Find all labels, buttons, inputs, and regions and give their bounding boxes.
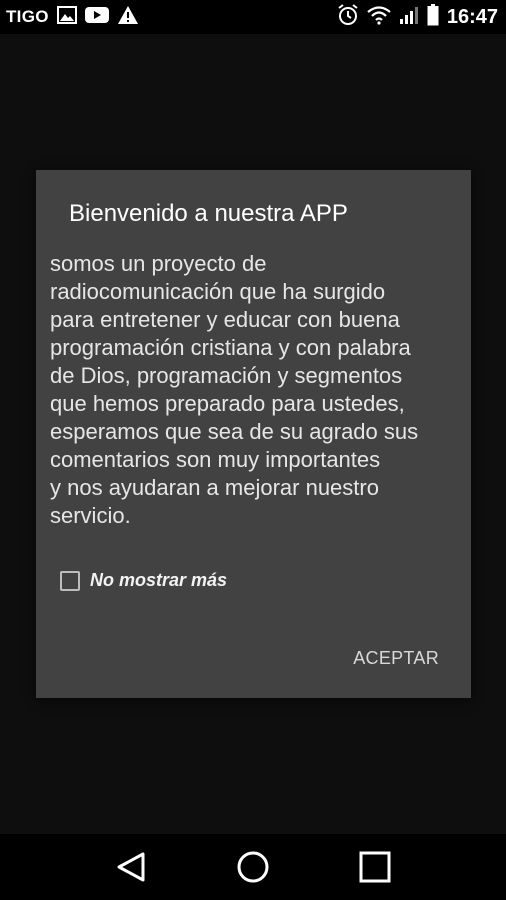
back-icon [117, 852, 145, 882]
no-show-again-row[interactable]: No mostrar más [60, 570, 227, 591]
no-show-again-checkbox[interactable] [60, 570, 80, 591]
home-icon [237, 851, 269, 883]
youtube-icon [84, 6, 109, 29]
status-clock: 16:47 [446, 5, 498, 28]
no-show-again-label[interactable]: No mostrar más [90, 570, 227, 591]
warning-icon [117, 5, 139, 30]
status-left: TIGO [6, 5, 139, 30]
status-bar: TIGO 16:47 [0, 0, 506, 34]
alarm-icon [337, 3, 359, 31]
dialog-message: somos un proyecto de radiocomunicación q… [50, 251, 419, 528]
dialog-title: Bienvenido a nuestra APP [69, 200, 348, 227]
welcome-dialog: Bienvenido a nuestra APP somos un proyec… [36, 170, 471, 698]
screen: TIGO 16:47 Bienvenido a nuestra APP somo… [0, 0, 506, 900]
status-right: 16:47 [337, 3, 498, 31]
home-button[interactable] [223, 837, 283, 897]
battery-icon [427, 3, 439, 31]
wifi-icon [367, 5, 391, 30]
recents-button[interactable] [345, 837, 405, 897]
image-icon [56, 5, 77, 29]
accept-button[interactable]: ACEPTAR [353, 648, 439, 669]
carrier-name: TIGO [6, 7, 49, 26]
navigation-bar [0, 834, 506, 900]
back-button[interactable] [101, 837, 161, 897]
recents-icon [359, 851, 391, 883]
signal-icon [399, 5, 419, 30]
